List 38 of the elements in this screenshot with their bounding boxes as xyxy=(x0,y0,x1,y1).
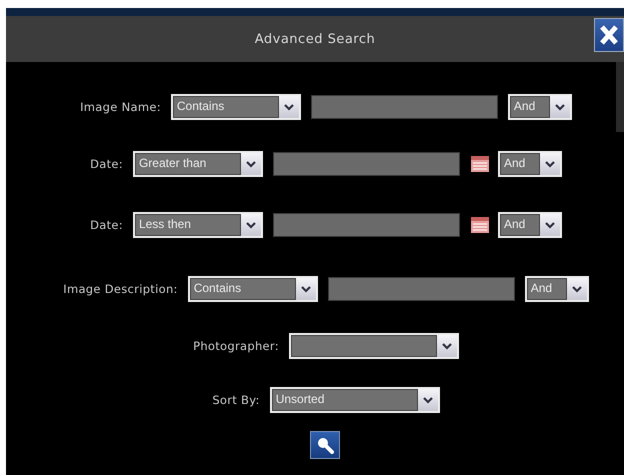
chevron-down-icon xyxy=(296,278,316,300)
chevron-down-icon xyxy=(240,214,261,236)
connector-dropdown[interactable]: And xyxy=(508,94,572,120)
operator-dropdown[interactable]: Contains xyxy=(170,94,301,120)
field-label: Photographer: xyxy=(193,339,279,353)
chevron-down-icon xyxy=(540,153,560,175)
scrollbar[interactable] xyxy=(616,62,624,132)
text-field[interactable] xyxy=(272,213,460,237)
chevron-down-icon xyxy=(240,153,261,175)
chevron-down-icon xyxy=(566,278,587,300)
connector-dropdown[interactable]: And xyxy=(498,151,562,177)
connector-dropdown[interactable]: And xyxy=(524,276,589,302)
operator-dropdown[interactable]: Less then xyxy=(132,212,263,238)
search-icon xyxy=(316,436,334,454)
chevron-down-icon xyxy=(550,96,570,118)
search-button[interactable] xyxy=(310,431,340,459)
field-label: Sort By: xyxy=(212,393,260,407)
field-label: Image Description: xyxy=(63,282,178,296)
dropdown[interactable]: Unsorted xyxy=(270,387,440,413)
calendar-icon[interactable] xyxy=(470,155,490,173)
chevron-down-icon xyxy=(436,335,457,357)
field-label: Date: xyxy=(90,157,123,171)
field-label: Date: xyxy=(90,218,123,232)
text-field[interactable] xyxy=(272,152,460,176)
connector-dropdown[interactable]: And xyxy=(498,212,562,238)
calendar-icon[interactable] xyxy=(470,216,490,234)
operator-dropdown[interactable]: Contains xyxy=(188,276,318,302)
chevron-down-icon xyxy=(278,96,299,118)
field-label: Image Name: xyxy=(80,100,161,114)
close-icon xyxy=(599,24,619,46)
operator-dropdown[interactable]: Greater than xyxy=(132,151,263,177)
close-button[interactable] xyxy=(594,18,624,52)
text-field[interactable] xyxy=(310,95,498,119)
chevron-down-icon xyxy=(418,389,438,411)
dropdown[interactable] xyxy=(288,333,459,359)
dialog-title: Advanced Search xyxy=(254,32,376,46)
chevron-down-icon xyxy=(540,214,560,236)
text-field[interactable] xyxy=(328,277,515,301)
